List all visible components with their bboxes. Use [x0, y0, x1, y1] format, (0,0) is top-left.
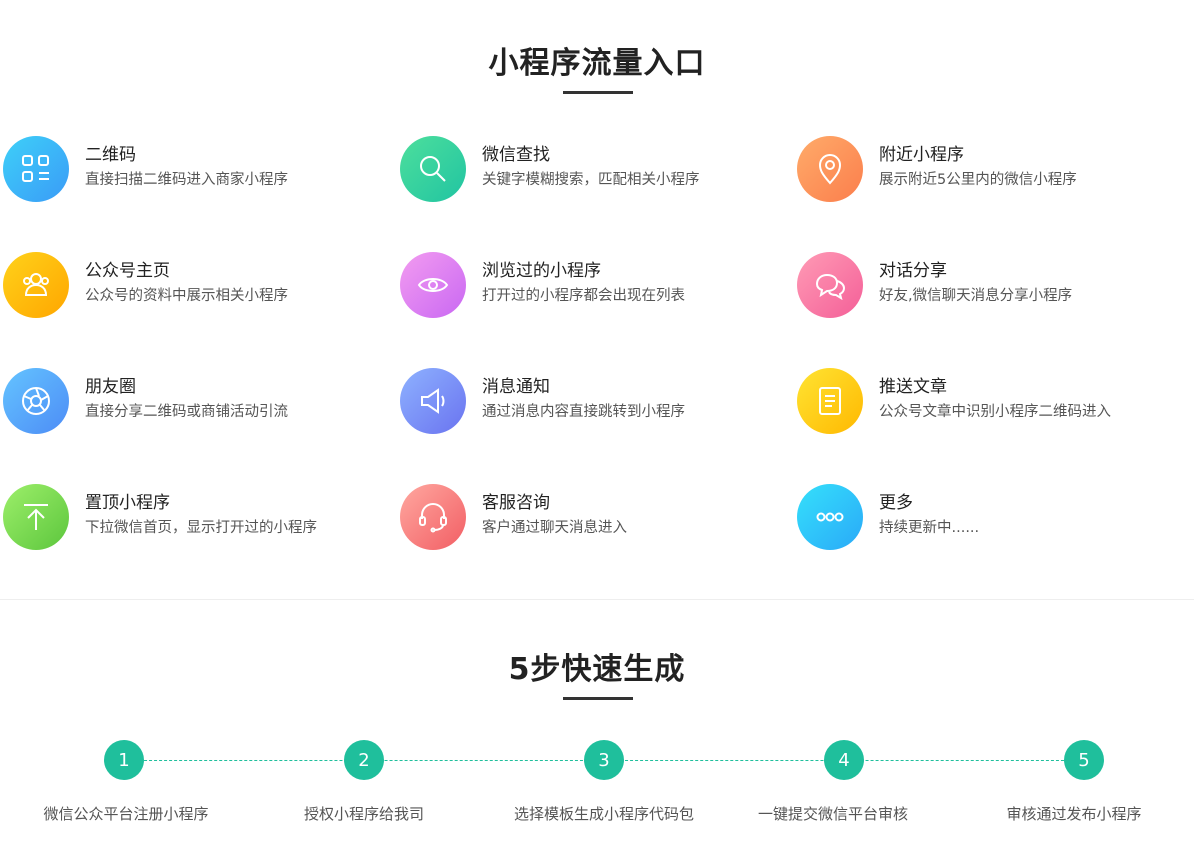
entry-qrcode[interactable]: 二维码 直接扫描二维码进入商家小程序 [0, 133, 396, 203]
step-label: 微信公众平台注册小程序 [43, 805, 209, 823]
entry-desc: 关键字模糊搜索，匹配相关小程序 [482, 172, 700, 188]
more-dots-icon [797, 484, 863, 550]
entry-moments[interactable]: 朋友圈 直接分享二维码或商铺活动引流 [0, 365, 396, 435]
step-number: 2 [344, 740, 384, 780]
step-number: 3 [584, 740, 624, 780]
entry-title: 浏览过的小程序 [482, 261, 601, 281]
entry-desc: 持续更新中...... [879, 520, 980, 536]
entry-desc: 通过消息内容直接跳转到小程序 [482, 404, 685, 420]
users-icon [3, 252, 69, 318]
entry-browsed[interactable]: 浏览过的小程序 打开过的小程序都会出现在列表 [397, 249, 793, 319]
entry-title: 公众号主页 [85, 261, 170, 281]
entry-title: 置顶小程序 [85, 493, 170, 513]
entry-title: 朋友圈 [85, 377, 136, 397]
eye-icon [400, 252, 466, 318]
entry-chat-share[interactable]: 对话分享 好友,微信聊天消息分享小程序 [794, 249, 1190, 319]
entry-title: 微信查找 [482, 145, 550, 165]
step-label: 审核通过发布小程序 [1006, 805, 1142, 823]
entry-official-account[interactable]: 公众号主页 公众号的资料中展示相关小程序 [0, 249, 396, 319]
entry-desc: 展示附近5公里内的微信小程序 [879, 172, 1077, 188]
entry-title: 对话分享 [879, 261, 947, 281]
article-icon [797, 368, 863, 434]
entry-wechat-search[interactable]: 微信查找 关键字模糊搜索，匹配相关小程序 [397, 133, 793, 203]
qrcode-icon [3, 136, 69, 202]
step-number: 1 [104, 740, 144, 780]
title-underline [563, 697, 633, 700]
entry-nearby[interactable]: 附近小程序 展示附近5公里内的微信小程序 [794, 133, 1190, 203]
chat-bubbles-icon [797, 252, 863, 318]
entry-more[interactable]: 更多 持续更新中...... [794, 481, 1190, 551]
entry-title: 推送文章 [879, 377, 947, 397]
entry-desc: 直接分享二维码或商铺活动引流 [85, 404, 288, 420]
headset-icon [400, 484, 466, 550]
search-icon [400, 136, 466, 202]
step-number: 4 [824, 740, 864, 780]
location-pin-icon [797, 136, 863, 202]
step-label: 一键提交微信平台审核 [757, 805, 908, 823]
entry-desc: 直接扫描二维码进入商家小程序 [85, 172, 288, 188]
entry-desc: 下拉微信首页，显示打开过的小程序 [85, 520, 317, 536]
title-underline [563, 91, 633, 94]
arrow-top-icon [3, 484, 69, 550]
entry-title: 更多 [879, 493, 913, 513]
entry-desc: 好友,微信聊天消息分享小程序 [879, 288, 1073, 304]
entry-desc: 客户通过聊天消息进入 [482, 520, 627, 536]
entry-desc: 打开过的小程序都会出现在列表 [482, 288, 685, 304]
section-divider [0, 599, 1194, 600]
entry-pinned[interactable]: 置顶小程序 下拉微信首页，显示打开过的小程序 [0, 481, 396, 551]
entry-notification[interactable]: 消息通知 通过消息内容直接跳转到小程序 [397, 365, 793, 435]
section-title-entry: 小程序流量入口 [488, 46, 706, 81]
entry-title: 消息通知 [482, 377, 550, 397]
section-title-steps: 5步快速生成 [508, 652, 686, 687]
step-number: 5 [1064, 740, 1104, 780]
speaker-icon [400, 368, 466, 434]
entry-article[interactable]: 推送文章 公众号文章中识别小程序二维码进入 [794, 365, 1190, 435]
entry-title: 二维码 [85, 145, 136, 165]
entry-title: 附近小程序 [879, 145, 964, 165]
entry-desc: 公众号的资料中展示相关小程序 [85, 288, 288, 304]
step-label: 选择模板生成小程序代码包 [513, 805, 694, 823]
step-label: 授权小程序给我司 [303, 805, 424, 823]
entry-title: 客服咨询 [482, 493, 550, 513]
aperture-icon [3, 368, 69, 434]
entry-customer-service[interactable]: 客服咨询 客户通过聊天消息进入 [397, 481, 793, 551]
entry-desc: 公众号文章中识别小程序二维码进入 [879, 404, 1111, 420]
